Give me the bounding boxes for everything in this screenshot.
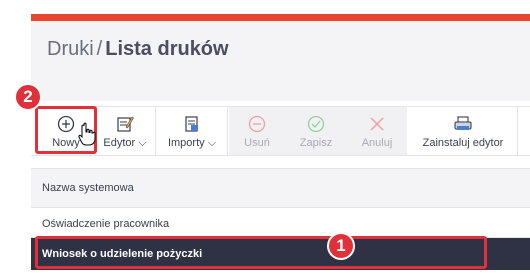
table-row[interactable]: Oświadczenie pracownika [31, 210, 530, 238]
breadcrumb-current: Lista druków [105, 38, 229, 60]
selected-row-highlight [35, 236, 487, 269]
imports-label-text: Importy [167, 136, 205, 149]
hand-pointer-icon [78, 122, 96, 151]
install-editor-button-label: Zainstaluj edytor [422, 137, 504, 149]
top-accent-bar [31, 14, 530, 21]
step-badge-1: 1 [327, 232, 355, 260]
check-circle-icon [307, 113, 325, 135]
minus-circle-icon [248, 113, 266, 135]
editor-button[interactable]: Edytor ⌵ [95, 107, 156, 155]
column-header-system-name[interactable]: Nazwa systemowa [31, 168, 530, 208]
chevron-down-icon: ⌵ [138, 136, 147, 149]
save-button-label: Zapisz [299, 137, 333, 149]
imports-button-label: Importy ⌵ [168, 137, 216, 150]
editor-button-label: Edytor ⌵ [103, 137, 146, 150]
delete-button-label: Usuń [244, 137, 270, 149]
left-gutter [0, 0, 31, 276]
delete-button[interactable]: Usuń [229, 107, 285, 155]
breadcrumb-root[interactable]: Druki [47, 38, 94, 60]
x-icon [368, 113, 386, 135]
cancel-button[interactable]: Anuluj [347, 107, 407, 155]
printer-icon [453, 113, 473, 135]
editor-label-text: Edytor [103, 136, 136, 149]
cancel-button-label: Anuluj [361, 137, 393, 149]
chevron-down-icon: ⌵ [207, 136, 217, 149]
import-document-icon [183, 113, 201, 135]
install-editor-button[interactable]: Zainstaluj edytor [409, 107, 518, 155]
page-title: Druki / Lista druków [47, 38, 229, 61]
breadcrumb-separator: / [96, 38, 103, 60]
toolbar: Nowy Edytor ⌵ Importy ⌵ Usuń Zapisz Anul… [31, 106, 530, 156]
edit-document-icon [116, 113, 134, 135]
page-header [31, 21, 530, 101]
imports-button[interactable]: Importy ⌵ [157, 107, 228, 155]
save-button[interactable]: Zapisz [285, 107, 347, 155]
step-badge-2: 2 [14, 83, 42, 111]
